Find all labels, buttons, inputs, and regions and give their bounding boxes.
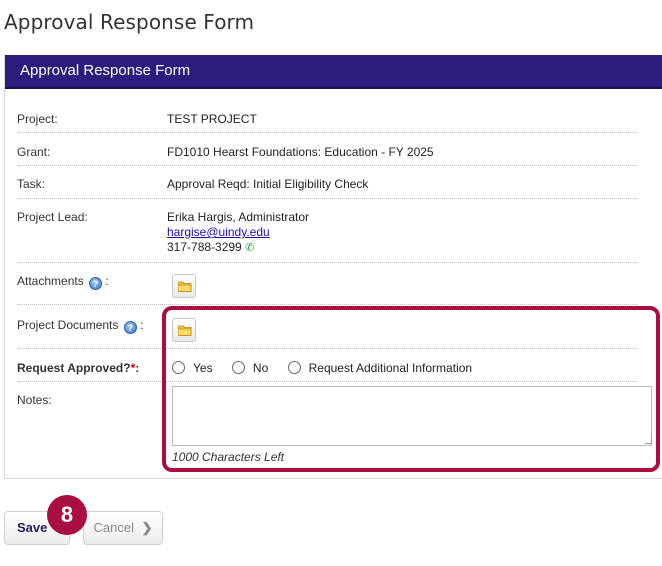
page-title: Approval Response Form [4,10,255,34]
attachments-label-wrap: Attachments ? : [17,274,109,290]
project-lead-label: Project Lead: [17,210,88,224]
project-lead-email-link[interactable]: hargise@uindy.edu [167,225,270,239]
attachments-label-suffix: : [105,274,109,288]
request-approved-suffix: : [135,361,140,375]
notes-label: Notes: [17,393,52,407]
task-value: Approval Reqd: Initial Eligibility Check [167,177,369,191]
cancel-label: Cancel [93,520,134,535]
documents-label: Project Documents [17,318,119,332]
cancel-button[interactable]: Cancel ❯ [83,511,163,545]
help-icon[interactable]: ? [123,321,137,334]
grant-row: Grant: FD1010 Hearst Foundations: Educat… [17,145,637,166]
project-lead-row: Project Lead: Erika Hargis, Administrato… [17,210,637,263]
highlight-frame [162,306,660,472]
documents-label-suffix: : [140,318,144,332]
project-lead-name: Erika Hargis, Administrator [167,210,310,224]
project-value: TEST PROJECT [167,112,257,126]
grant-label: Grant: [17,145,51,159]
request-approved-label: Request Approved? [17,361,131,375]
step-badge: 8 [47,495,87,535]
project-lead-info: Erika Hargis, Administrator hargise@uind… [167,210,309,256]
task-row: Task: Approval Reqd: Initial Eligibility… [17,177,637,199]
documents-label-wrap: Project Documents ? : [17,318,143,334]
attachments-label: Attachments [17,274,84,288]
panel-header: Approval Response Form [5,55,662,89]
phone-icon: ✆ [245,242,255,254]
project-row: Project: TEST PROJECT [17,112,637,133]
help-icon[interactable]: ? [89,277,103,290]
request-approved-label-wrap: Request Approved?*: [17,361,139,375]
attachments-row: Attachments ? : [17,274,637,305]
task-label: Task: [17,177,46,191]
folder-icon [178,281,192,292]
project-label: Project: [17,112,58,126]
project-lead-phone: 317-788-3299 [167,240,242,254]
attachments-folder-button[interactable] [172,274,196,298]
chevron-right-icon: ❯ [141,520,153,535]
grant-value: FD1010 Hearst Foundations: Education - F… [167,145,434,159]
